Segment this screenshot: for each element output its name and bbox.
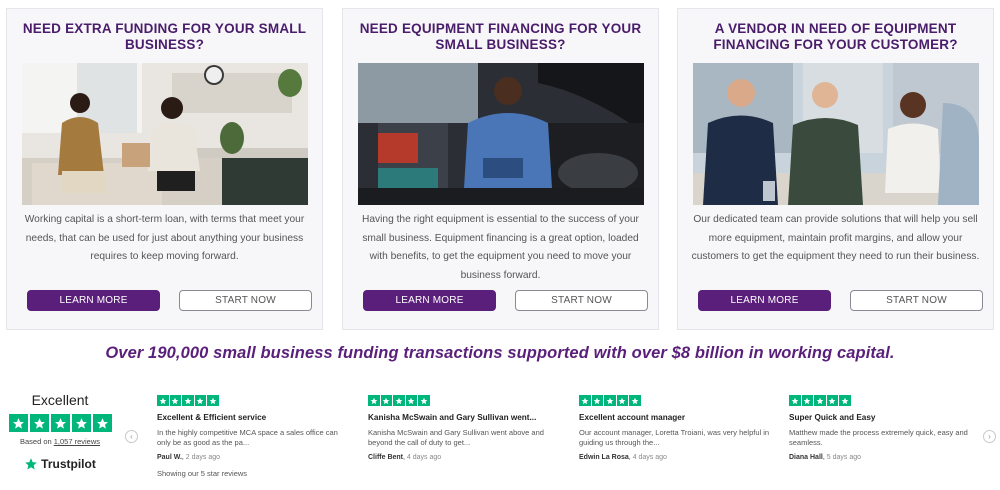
card-title: A VENDOR IN NEED OF EQUIPMENT FINANCING … xyxy=(713,21,958,52)
review-stars xyxy=(579,395,775,406)
review-stars xyxy=(789,395,985,406)
carousel-prev-button[interactable]: ‹ xyxy=(125,430,138,443)
review-text: Matthew made the process extremely quick… xyxy=(789,428,968,447)
review-title: Excellent & Efficient service xyxy=(157,413,267,422)
start-now-button[interactable]: START NOW xyxy=(515,290,648,311)
star-icon xyxy=(169,395,181,406)
start-now-button[interactable]: START NOW xyxy=(850,290,983,311)
trustpilot-summary[interactable]: Excellent Based on 1,057 reviews Trustpi… xyxy=(8,392,112,471)
review-count-link[interactable]: 1,057 reviews xyxy=(54,437,100,446)
review-author: Cliffe Bent, 4 days ago xyxy=(368,454,442,461)
star-icon xyxy=(207,395,219,406)
star-icon xyxy=(839,395,851,406)
working-capital-card: NEED EXTRA FUNDING FOR YOUR SMALL BUSINE… xyxy=(6,8,323,330)
star-icon xyxy=(29,414,49,432)
author-name: Diana Hall xyxy=(789,454,823,461)
card-description: Our dedicated team can provide solutions… xyxy=(691,214,980,262)
star-icon xyxy=(92,414,112,432)
review-card[interactable]: Excellent & Efficient service In the hig… xyxy=(157,395,353,461)
working-capital-photo xyxy=(22,63,308,205)
author-name: Cliffe Bent xyxy=(368,454,403,461)
review-card[interactable]: Excellent account manager Our account ma… xyxy=(579,395,775,461)
star-icon xyxy=(616,395,628,406)
review-card[interactable]: Kanisha McSwain and Gary Sullivan went..… xyxy=(368,395,564,461)
review-author: Edwin La Rosa, 4 days ago xyxy=(579,454,667,461)
vendor-financing-card: A VENDOR IN NEED OF EQUIPMENT FINANCING … xyxy=(677,8,994,330)
funding-stats-banner: Over 190,000 small business funding tran… xyxy=(105,344,895,362)
review-date: 5 days ago xyxy=(826,454,861,461)
equipment-financing-card: NEED EQUIPMENT FINANCING FOR YOUR SMALL … xyxy=(342,8,659,330)
review-title: Kanisha McSwain and Gary Sullivan went..… xyxy=(368,413,537,422)
star-icon xyxy=(368,395,380,406)
chevron-right-icon: › xyxy=(988,432,991,441)
star-icon xyxy=(405,395,417,406)
based-on-label: Based on xyxy=(19,437,54,446)
review-title: Excellent account manager xyxy=(579,413,686,422)
star-icon xyxy=(579,395,591,406)
star-icon xyxy=(604,395,616,406)
trustpilot-wordmark: Trustpilot xyxy=(41,457,96,471)
author-name: Paul W. xyxy=(157,454,182,461)
review-author: Diana Hall, 5 days ago xyxy=(789,454,861,461)
trustpilot-star-icon xyxy=(25,458,37,470)
review-date: 2 days ago xyxy=(185,454,221,461)
learn-more-button[interactable]: LEARN MORE xyxy=(698,290,831,311)
star-icon xyxy=(789,395,801,406)
trustpilot-logo[interactable]: Trustpilot xyxy=(8,457,112,471)
review-text: In the highly competitive MCA space a sa… xyxy=(157,428,338,447)
mechanic-photo xyxy=(358,63,644,205)
star-icon xyxy=(826,395,838,406)
review-stars xyxy=(368,395,564,406)
start-now-button[interactable]: START NOW xyxy=(179,290,312,311)
card-description: Having the right equipment is essential … xyxy=(362,214,639,281)
star-icon xyxy=(50,414,70,432)
review-date: 4 days ago xyxy=(406,454,442,461)
star-icon xyxy=(418,395,430,406)
star-icon xyxy=(380,395,392,406)
star-icon xyxy=(591,395,603,406)
star-icon xyxy=(814,395,826,406)
author-name: Edwin La Rosa xyxy=(579,454,629,461)
star-icon xyxy=(393,395,405,406)
review-text: Kanisha McSwain and Gary Sullivan went a… xyxy=(368,428,544,447)
star-icon xyxy=(801,395,813,406)
star-icon xyxy=(157,395,169,406)
review-title: Super Quick and Easy xyxy=(789,413,876,422)
star-icon xyxy=(8,414,28,432)
review-date: 4 days ago xyxy=(632,454,667,461)
chevron-left-icon: ‹ xyxy=(130,432,133,441)
star-icon xyxy=(629,395,641,406)
review-stars xyxy=(157,395,353,406)
learn-more-button[interactable]: LEARN MORE xyxy=(363,290,496,311)
review-text: Our account manager, Loretta Troiani, wa… xyxy=(579,428,770,447)
review-author: Paul W., 2 days ago xyxy=(157,454,221,461)
card-description: Working capital is a short-term loan, wi… xyxy=(24,214,305,262)
card-title: NEED EQUIPMENT FINANCING FOR YOUR SMALL … xyxy=(359,21,642,52)
star-icon xyxy=(194,395,206,406)
star-icon xyxy=(71,414,91,432)
card-title: NEED EXTRA FUNDING FOR YOUR SMALL BUSINE… xyxy=(22,21,307,52)
showing-reviews-note: Showing our 5 star reviews xyxy=(157,469,248,478)
star-icon xyxy=(182,395,194,406)
business-meeting-photo xyxy=(693,63,979,205)
review-count: Based on 1,057 reviews xyxy=(8,437,112,446)
product-cards: NEED EXTRA FUNDING FOR YOUR SMALL BUSINE… xyxy=(6,8,994,330)
review-card[interactable]: Super Quick and Easy Matthew made the pr… xyxy=(789,395,985,461)
rating-label: Excellent xyxy=(31,392,89,408)
learn-more-button[interactable]: LEARN MORE xyxy=(27,290,160,311)
rating-stars xyxy=(8,414,112,432)
